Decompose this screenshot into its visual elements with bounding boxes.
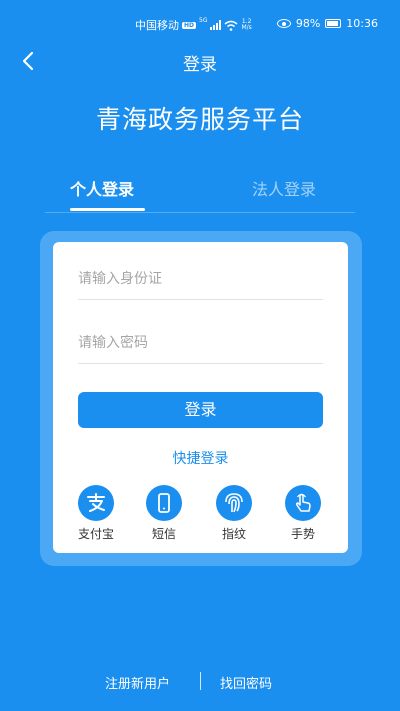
active-tab-indicator xyxy=(70,208,145,211)
nav-title: 登录 xyxy=(183,55,217,75)
gesture-icon xyxy=(285,485,321,521)
id-field xyxy=(78,259,323,300)
quick-login-gesture[interactable]: 手势 xyxy=(277,485,329,542)
login-card: 登录 快捷登录 支付宝 短信 指纹 手势 xyxy=(53,242,348,553)
quick-login-label: 支付宝 xyxy=(77,527,114,541)
password-input[interactable] xyxy=(78,323,323,363)
carrier-label: 中国移动 xyxy=(135,19,179,32)
platform-title: 青海政务服务平台 xyxy=(95,105,304,134)
quick-login-fingerprint[interactable]: 指纹 xyxy=(208,485,260,542)
status-right: 98% 10:36 xyxy=(276,17,378,30)
status-left: 中国移动 HD 5G 1.2 M/s xyxy=(135,17,252,33)
register-link[interactable]: 注册新用户 xyxy=(105,673,170,692)
quick-login-sms[interactable]: 短信 xyxy=(138,485,190,542)
network-speed: 1.2 M/s xyxy=(241,19,251,31)
tab-legal-login[interactable]: 法人登录 xyxy=(252,176,316,200)
status-bar: 中国移动 HD 5G 1.2 M/s 98% 10:36 xyxy=(0,0,400,40)
battery-level: 98% xyxy=(295,17,321,30)
alipay-icon xyxy=(78,485,114,521)
speed-unit: M/s xyxy=(241,24,252,31)
quick-login-label: 手势 xyxy=(290,527,315,541)
signal-icon xyxy=(210,20,222,30)
battery-icon xyxy=(325,19,342,28)
login-tabs: 个人登录 法人登录 xyxy=(45,168,355,213)
quick-login-label: 指纹 xyxy=(221,527,246,541)
forgot-password-link[interactable]: 找回密码 xyxy=(220,673,272,692)
password-field xyxy=(78,323,323,364)
login-button[interactable]: 登录 xyxy=(78,392,323,428)
id-number-input[interactable] xyxy=(78,259,323,299)
quick-login-link[interactable]: 快捷登录 xyxy=(53,448,348,468)
quick-login-alipay[interactable]: 支付宝 xyxy=(70,485,122,542)
phone-icon xyxy=(146,485,182,521)
quick-login-label: 短信 xyxy=(151,527,176,541)
tab-personal-login[interactable]: 个人登录 xyxy=(70,176,134,200)
network-type: 5G xyxy=(199,17,208,24)
clock: 10:36 xyxy=(346,17,378,30)
fingerprint-icon xyxy=(216,485,252,521)
eye-icon xyxy=(276,19,291,28)
hd-badge: HD xyxy=(182,21,197,29)
wifi-icon xyxy=(225,20,238,31)
footer-divider xyxy=(200,672,201,690)
